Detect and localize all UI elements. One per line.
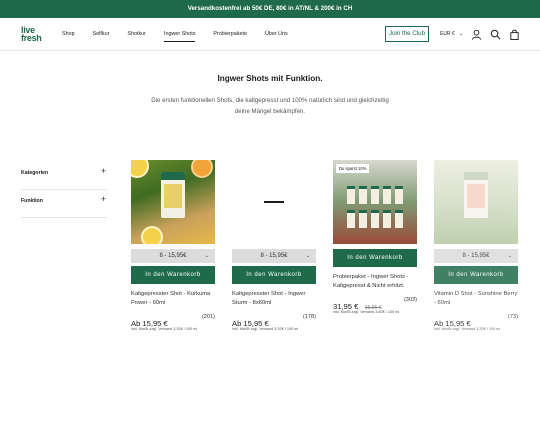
variant-select[interactable]: 8 - 15,95€ ⌄ [232, 249, 316, 263]
product-name[interactable]: Kaltgepresster Shot - Kurkuma Power - 60… [131, 290, 215, 308]
product-image[interactable] [131, 160, 215, 244]
discount-badge: Du sparst 10% [336, 164, 370, 173]
lemon-slice [131, 160, 149, 178]
nav-ueber-uns[interactable]: Über Uns [265, 18, 288, 51]
review-count[interactable]: (178) [303, 314, 316, 320]
product-image[interactable] [232, 160, 316, 244]
price-row: Ab 15,95 € (73) [434, 313, 518, 328]
bottle [464, 172, 488, 218]
product-price: Ab 15,95 € [131, 319, 168, 328]
bottle [161, 172, 185, 218]
nav-shop[interactable]: Shop [62, 18, 75, 51]
chevron-down-icon: ⌄ [305, 253, 310, 259]
search-icon[interactable] [490, 29, 501, 40]
filter-label: Kategorien [21, 170, 49, 176]
lemon-slice [141, 226, 163, 244]
product-card: Du sparst 10% In den Warenkorb Probierpa… [333, 160, 417, 314]
variant-select[interactable]: 8 - 15,95€ ⌄ [131, 249, 215, 263]
product-old-price: 35,55 € [364, 305, 382, 311]
page-title: Ingwer Shots mit Funktion. [217, 74, 323, 83]
product-card: 8 - 15,95€ ⌄ In den Warenkorb Kaltgepres… [232, 160, 316, 331]
join-club-button[interactable]: Join the Club [385, 26, 429, 42]
product-price: 31,95 € [333, 302, 359, 311]
product-image[interactable] [434, 160, 518, 244]
product-name[interactable]: Vitamin D Shot - Sunshine Berry - 60ml [434, 290, 518, 308]
add-to-cart-button[interactable]: In den Warenkorb [232, 266, 316, 284]
site-header: live fresh Shop Selfkur Shotkur Ingwer S… [0, 18, 540, 51]
product-card: 8 - 15,95€ ⌄ In den Warenkorb Kaltgepres… [131, 160, 215, 331]
price-row: Ab 15,95 € (201) [131, 313, 215, 328]
main-nav: Shop Selfkur Shotkur Ingwer Shots Probie… [62, 18, 306, 51]
nav-ingwer-shots[interactable]: Ingwer Shots [163, 18, 196, 51]
price-row: Ab 15,95 € (178) [232, 313, 316, 328]
add-to-cart-button[interactable]: In den Warenkorb [333, 249, 417, 267]
review-count[interactable]: (73) [508, 314, 518, 320]
filter-kategorien[interactable]: Kategorien + [21, 160, 107, 190]
add-to-cart-button[interactable]: In den Warenkorb [434, 266, 518, 284]
product-card: 8 - 15,95€ ⌄ In den Warenkorb Vitamin D … [434, 160, 518, 331]
product-name[interactable]: Kaltgepresster Shot - Ingwer Sturm - 8x6… [232, 290, 316, 308]
plus-icon: + [100, 194, 106, 204]
price-row: 31,95 € 35,55 € (303) [333, 296, 417, 311]
variant-value: 8 - 15,95€ [260, 253, 288, 259]
product-price: Ab 15,95 € [232, 319, 269, 328]
logo[interactable]: live fresh [21, 26, 47, 43]
account-icon[interactable] [471, 29, 482, 40]
currency-label: EUR € [440, 31, 455, 37]
chevron-down-icon: ⌄ [459, 31, 464, 37]
review-count[interactable]: (303) [404, 297, 417, 303]
orange-slice [191, 160, 213, 178]
variant-value: 8 - 15,95€ [462, 253, 490, 259]
chevron-down-icon: ⌄ [507, 253, 512, 259]
variant-select[interactable]: 8 - 15,95€ ⌄ [434, 249, 518, 263]
product-image[interactable]: Du sparst 10% [333, 160, 417, 244]
add-to-cart-button[interactable]: In den Warenkorb [131, 266, 215, 284]
nav-selfkur[interactable]: Selfkur [93, 18, 110, 51]
announcement-bar: Versandkostenfrei ab 50€ DE, 80€ in AT/N… [0, 0, 540, 18]
cart-icon[interactable] [509, 29, 520, 40]
filter-funktion[interactable]: Funktion + [21, 188, 107, 218]
review-count[interactable]: (201) [202, 314, 215, 320]
image-loading-placeholder [264, 201, 284, 203]
page-subtitle: Die ersten funktionellen Shots, die kalt… [151, 97, 389, 115]
chevron-down-icon: ⌄ [204, 253, 209, 259]
nav-probierpakete[interactable]: Probierpakete [213, 18, 247, 51]
filter-label: Funktion [21, 198, 43, 204]
nav-shotkur[interactable]: Shotkur [127, 18, 146, 51]
currency-selector[interactable]: EUR € ⌄ [440, 18, 463, 51]
plus-icon: + [100, 166, 106, 176]
product-price: Ab 15,95 € [434, 319, 471, 328]
variant-value: 8 - 15,95€ [159, 253, 187, 259]
logo-line-2: fresh [21, 33, 42, 43]
product-name[interactable]: Probierpaket - Ingwer Shots - Kaltgepres… [333, 273, 417, 291]
